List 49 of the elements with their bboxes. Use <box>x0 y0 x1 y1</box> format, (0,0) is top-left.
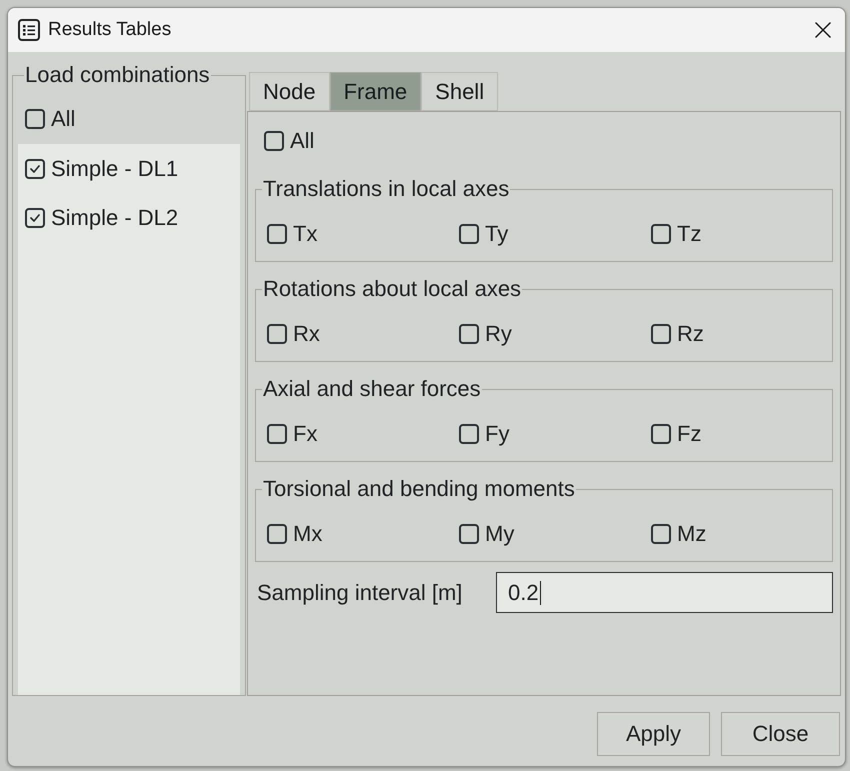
tab[interactable]: Node <box>249 72 330 111</box>
checkbox-label: Fz <box>677 421 702 447</box>
checkbox-label: Ty <box>485 221 508 247</box>
checkbox-label: Mx <box>293 521 322 547</box>
checkbox-label: All <box>51 106 76 132</box>
checkbox-label: Fy <box>485 421 510 447</box>
checkbox[interactable] <box>459 424 479 444</box>
checkbox[interactable] <box>651 424 671 444</box>
text-field[interactable]: 0.2 <box>496 572 833 613</box>
checkbox[interactable] <box>264 131 284 151</box>
checkbox-label: Tx <box>293 221 318 247</box>
checkbox[interactable] <box>267 224 287 244</box>
checkbox[interactable] <box>267 324 287 344</box>
checkbox-label: Mz <box>677 521 706 547</box>
checkbox[interactable] <box>25 208 45 228</box>
checkbox-label: My <box>485 521 514 547</box>
tab[interactable]: Shell <box>421 72 498 111</box>
checkbox-label: All <box>290 128 314 154</box>
checkbox-label: Rz <box>677 321 704 347</box>
checkbox-label: Ry <box>485 321 512 347</box>
checkbox-label: Simple - DL1 <box>51 156 178 182</box>
field-label: Sampling interval [m] <box>257 580 464 606</box>
group-title: Load combinations <box>24 63 211 87</box>
tab[interactable]: Frame <box>330 72 422 111</box>
checkbox-label: Rx <box>293 321 320 347</box>
checkbox[interactable] <box>459 324 479 344</box>
checkbox[interactable] <box>25 109 45 129</box>
close-button[interactable]: Close <box>721 712 840 756</box>
group-title: Rotations about local axes <box>262 277 522 301</box>
group-title: Translations in local axes <box>262 177 510 201</box>
checkbox[interactable] <box>267 524 287 544</box>
window-title: Results Tables <box>48 18 172 42</box>
apply-button[interactable]: Apply <box>597 712 710 756</box>
checkbox[interactable] <box>25 158 45 178</box>
list-icon <box>18 19 40 41</box>
checkbox[interactable] <box>651 524 671 544</box>
group-title: Torsional and bending moments <box>262 477 576 501</box>
checkbox-label: Fx <box>293 421 318 447</box>
check-icon <box>30 164 40 172</box>
checkbox-label: Simple - DL2 <box>51 204 178 230</box>
close-icon[interactable] <box>815 22 831 38</box>
checkbox[interactable] <box>459 224 479 244</box>
checkbox[interactable] <box>651 324 671 344</box>
checkbox-label: Tz <box>677 221 702 247</box>
group-title: Axial and shear forces <box>262 377 482 401</box>
checkbox[interactable] <box>459 524 479 544</box>
checkbox[interactable] <box>651 224 671 244</box>
checkbox[interactable] <box>267 424 287 444</box>
check-icon <box>30 214 40 222</box>
